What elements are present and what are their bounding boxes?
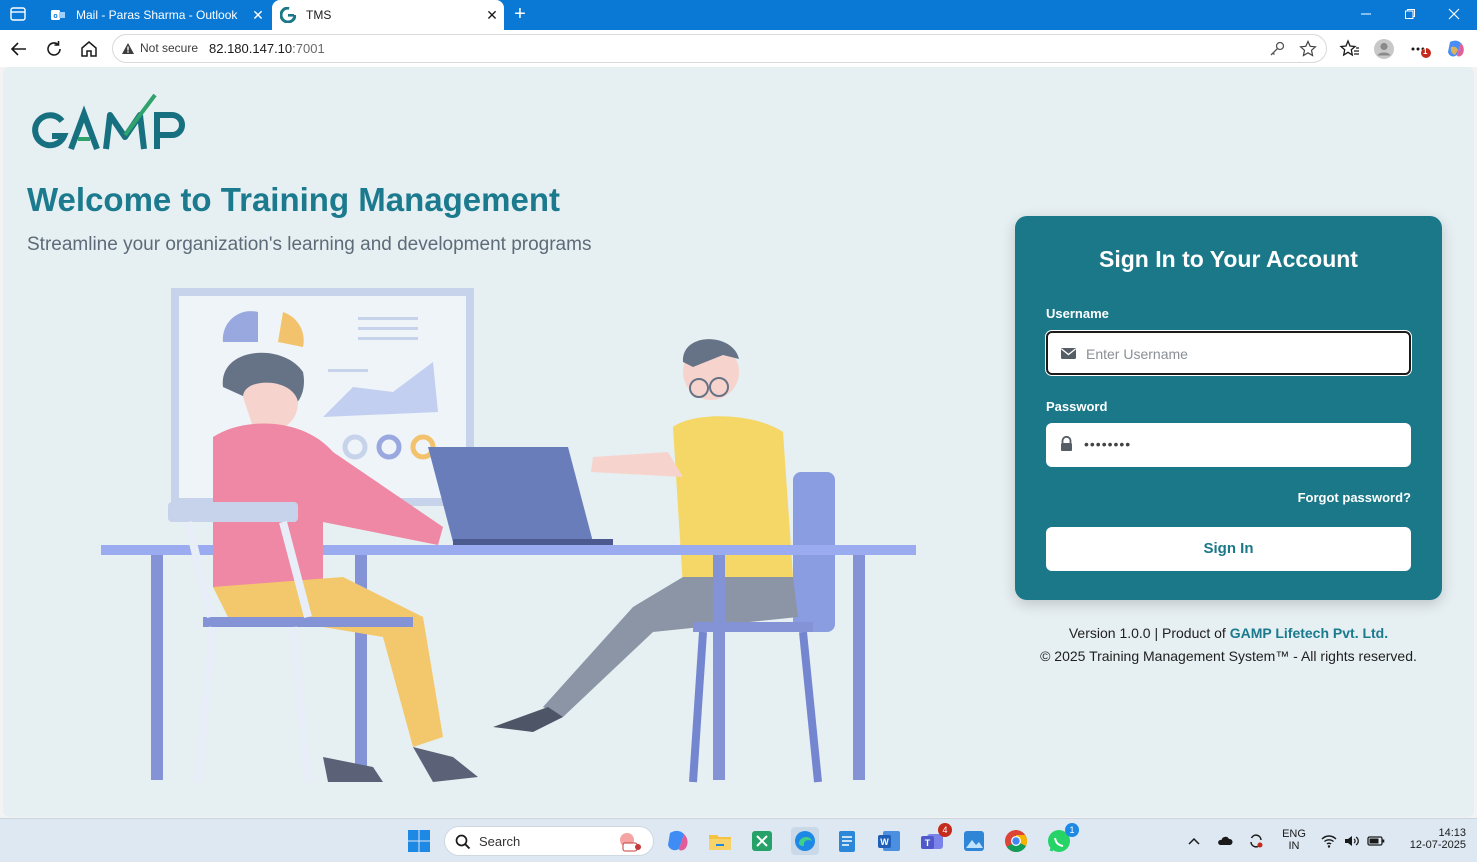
svg-text:o: o: [53, 13, 57, 20]
whatsapp-badge: 1: [1065, 823, 1079, 837]
tab-tms[interactable]: TMS ✕: [272, 0, 504, 30]
envelope-icon: [1061, 348, 1076, 359]
password-label: Password: [1046, 399, 1108, 414]
copyright-text: © 2025 Training Management System™ - All…: [1040, 648, 1417, 664]
photos-icon[interactable]: [960, 827, 988, 855]
page-content: Welcome to Training Management Streamlin…: [3, 67, 1474, 817]
new-tab-button[interactable]: +: [508, 3, 532, 27]
lock-icon: [1061, 436, 1072, 451]
outlook-icon: o: [51, 10, 65, 20]
windows-taskbar: Search W T 4 1 ENG IN 14:13 12-07-2025: [0, 818, 1477, 862]
password-input[interactable]: [1084, 433, 1394, 455]
site-info-button[interactable]: Not secure: [121, 41, 198, 55]
login-title: Sign In to Your Account: [1099, 246, 1358, 272]
username-label: Username: [1046, 306, 1109, 321]
search-icon: [455, 834, 471, 850]
snipping-tool-icon[interactable]: [748, 827, 776, 855]
company-link[interactable]: GAMP Lifetech Pvt. Ltd.: [1230, 625, 1388, 641]
edge-taskbar-icon[interactable]: [791, 827, 819, 855]
teams-icon[interactable]: T 4: [918, 823, 952, 855]
browser-toolbar: Not secure 82.180.147.10:7001 1: [0, 30, 1477, 67]
favorites-icon[interactable]: [1339, 38, 1361, 60]
tab-title: TMS: [306, 8, 332, 22]
welcome-subtitle: Streamline your organization's learning …: [27, 234, 592, 255]
refresh-icon[interactable]: [43, 38, 65, 60]
back-icon[interactable]: [8, 38, 30, 60]
url-text: 82.180.147.10:7001: [209, 41, 325, 56]
volume-icon[interactable]: [1343, 832, 1361, 850]
clock-time: 14:13: [1438, 827, 1466, 839]
settings-more-icon[interactable]: 1: [1409, 38, 1431, 60]
minimize-icon[interactable]: [1344, 0, 1388, 30]
password-field[interactable]: [1046, 423, 1411, 467]
profile-avatar-icon[interactable]: [1373, 38, 1395, 60]
language-indicator[interactable]: ENG IN: [1279, 828, 1309, 852]
forgot-password-link[interactable]: Forgot password?: [1298, 490, 1411, 505]
gamp-logo: [32, 93, 185, 151]
chrome-icon[interactable]: [1002, 827, 1030, 855]
favorite-star-icon[interactable]: [1299, 40, 1317, 58]
welcome-title: Welcome to Training Management: [27, 181, 560, 218]
login-card: Sign In to Your Account Username Passwor…: [1015, 216, 1442, 600]
sign-in-button[interactable]: Sign In: [1046, 527, 1411, 571]
word-icon[interactable]: W: [875, 827, 903, 855]
tab-actions-icon[interactable]: [10, 7, 26, 21]
cloud-icon[interactable]: [1216, 832, 1234, 850]
tab-title: Mail - Paras Sharma - Outlook: [76, 8, 238, 22]
gamp-favicon-icon: [280, 7, 296, 23]
close-window-icon[interactable]: [1432, 0, 1476, 30]
version-text: Version 1.0.0 | Product of GAMP Lifetech…: [1068, 625, 1389, 641]
notepad-icon[interactable]: [833, 827, 861, 855]
teams-badge: 4: [938, 823, 952, 837]
wifi-icon[interactable]: [1320, 832, 1338, 850]
username-input[interactable]: [1086, 343, 1396, 365]
search-label: Search: [479, 834, 521, 849]
clock[interactable]: 14:13 12-07-2025: [1394, 827, 1466, 851]
home-icon[interactable]: [78, 38, 100, 60]
svg-text:W: W: [880, 837, 889, 847]
windows-start-icon[interactable]: [405, 827, 433, 855]
security-label: Not secure: [140, 41, 199, 55]
sync-icon[interactable]: [1247, 832, 1265, 850]
copilot-icon[interactable]: [1445, 38, 1467, 60]
warning-icon: [122, 42, 134, 54]
restore-icon[interactable]: [1388, 0, 1432, 30]
address-bar[interactable]: Not secure 82.180.147.10:7001: [112, 34, 1327, 63]
close-tab-button[interactable]: ✕: [246, 7, 270, 24]
username-field[interactable]: [1046, 331, 1411, 375]
browser-title-bar: o Mail - Paras Sharma - Outlook ✕ TMS ✕ …: [0, 0, 1477, 30]
training-illustration: [101, 288, 916, 783]
chevron-up-icon[interactable]: [1186, 833, 1202, 849]
svg-text:T: T: [925, 838, 931, 848]
tab-outlook[interactable]: o Mail - Paras Sharma - Outlook ✕: [42, 0, 270, 30]
close-tab-button[interactable]: ✕: [480, 7, 504, 24]
notification-badge: 1: [1423, 47, 1428, 56]
whatsapp-icon[interactable]: 1: [1045, 823, 1079, 855]
clock-date: 12-07-2025: [1409, 839, 1466, 851]
password-key-icon[interactable]: [1268, 40, 1286, 58]
file-explorer-icon[interactable]: [706, 827, 734, 855]
copilot-taskbar-icon[interactable]: [664, 827, 692, 855]
search-highlight-icon: [620, 833, 641, 852]
battery-icon[interactable]: [1366, 832, 1386, 850]
taskbar-search[interactable]: Search: [444, 826, 654, 856]
